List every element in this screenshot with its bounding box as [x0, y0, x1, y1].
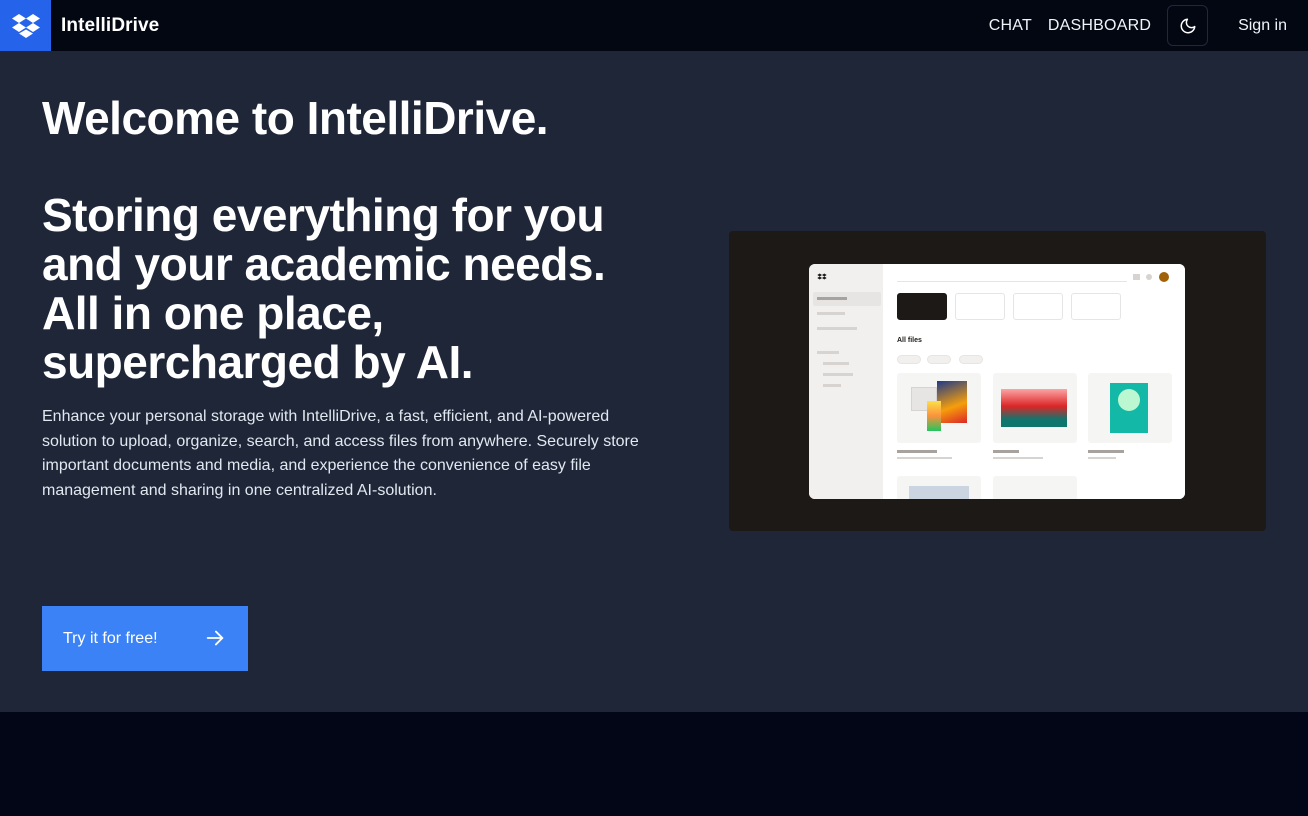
- nav-link-dashboard[interactable]: DASHBOARD: [1048, 17, 1151, 35]
- app-preview-image: All files: [809, 264, 1185, 499]
- theme-toggle-button[interactable]: [1167, 5, 1209, 46]
- preview-main: All files: [883, 264, 1185, 499]
- preview-file-card: [993, 373, 1077, 443]
- app-preview: All files: [729, 231, 1266, 531]
- preview-file-card: [1088, 373, 1172, 443]
- hero-description: Enhance your personal storage with Intel…: [42, 408, 639, 499]
- preview-sidebar: [809, 264, 883, 499]
- footer-area: [0, 712, 1308, 816]
- preview-logo-icon: [817, 273, 827, 280]
- hero-section: Welcome to IntelliDrive. Storing everyth…: [0, 51, 1308, 712]
- preview-tile-upload: [955, 293, 1005, 320]
- arrow-right-icon: [206, 630, 224, 646]
- preview-file-card: [993, 476, 1077, 499]
- moon-icon: [1180, 18, 1196, 33]
- preview-tile-create: [897, 293, 947, 320]
- sign-in-link[interactable]: Sign in: [1238, 17, 1287, 35]
- try-free-label: Try it for free!: [63, 629, 158, 647]
- dropbox-icon: [11, 13, 40, 38]
- top-nav: IntelliDrive CHAT DASHBOARD Sign in: [0, 0, 1308, 51]
- preview-section-title: All files: [897, 337, 922, 344]
- try-free-button[interactable]: Try it for free!: [42, 606, 248, 671]
- logo[interactable]: [0, 0, 51, 51]
- page-title: Welcome to IntelliDrive.: [42, 92, 549, 144]
- preview-tile-record: [1071, 293, 1121, 320]
- preview-file-card: [897, 373, 981, 443]
- brand-name[interactable]: IntelliDrive: [61, 15, 159, 37]
- nav-link-chat[interactable]: CHAT: [989, 17, 1032, 35]
- nav-actions: CHAT DASHBOARD Sign in: [989, 0, 1308, 51]
- hero-subtitle: Storing everything for you and your acad…: [42, 189, 606, 388]
- preview-tile-folder: [1013, 293, 1063, 320]
- preview-file-card: [897, 476, 981, 499]
